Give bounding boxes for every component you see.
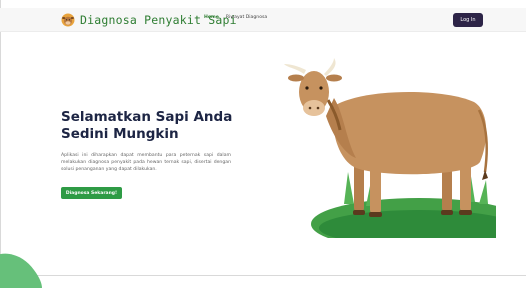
hero-description: Aplikasi ini diharapkan dapat membantu p… — [61, 153, 231, 172]
cow-illustration — [284, 58, 496, 238]
nav-links: Home Riwayat Diagnosa — [204, 15, 267, 20]
brand[interactable]: Diagnosa Penyakit Sapi — [61, 11, 237, 29]
hero-title: Selamatkan Sapi Anda Sedini Mungkin — [61, 109, 233, 142]
nav-link-riwayat-diagnosa[interactable]: Riwayat Diagnosa — [226, 15, 267, 20]
diagnose-now-button[interactable]: Diagnosa Sekarang! — [61, 187, 122, 199]
navbar: Diagnosa Penyakit Sapi Home Riwayat Diag… — [0, 8, 526, 32]
nav-link-home[interactable]: Home — [204, 15, 219, 20]
cow-face-icon — [61, 13, 75, 27]
decorative-blob — [0, 253, 42, 288]
login-button[interactable]: Log In — [453, 13, 483, 27]
